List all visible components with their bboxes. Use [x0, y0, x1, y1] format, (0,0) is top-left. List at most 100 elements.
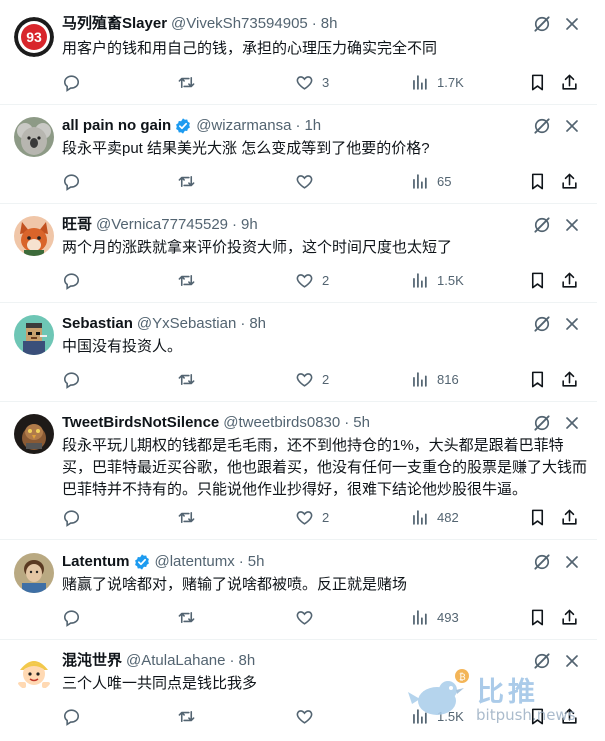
more-icon[interactable] — [562, 314, 582, 334]
bookmark-button[interactable] — [528, 369, 547, 389]
like-button[interactable]: 2 — [295, 507, 329, 527]
user-handle[interactable]: @VivekSh73594905 — [171, 14, 308, 34]
display-name[interactable]: Latentum — [62, 552, 130, 572]
reply-button[interactable] — [62, 607, 89, 627]
share-button[interactable] — [560, 507, 579, 527]
grok-icon[interactable] — [532, 116, 552, 136]
post-time[interactable]: 9h — [241, 215, 258, 235]
reply-button[interactable] — [62, 171, 89, 191]
like-button[interactable] — [295, 171, 322, 191]
retweet-button[interactable] — [177, 607, 204, 627]
more-icon[interactable] — [562, 116, 582, 136]
user-handle[interactable]: @wizarmansa — [196, 116, 291, 136]
post-header: Sebastian @YxSebastian · 8h — [62, 314, 266, 334]
retweet-button[interactable] — [177, 171, 204, 191]
grok-icon[interactable] — [532, 14, 552, 34]
views-button[interactable]: 1.7K — [410, 72, 464, 92]
bookmark-button[interactable] — [528, 72, 547, 92]
reply-icon — [62, 370, 81, 389]
separator-dot: · — [229, 652, 235, 669]
reply-button[interactable] — [62, 270, 89, 290]
retweet-icon — [177, 73, 196, 92]
more-icon[interactable] — [562, 552, 582, 572]
like-button[interactable]: 2 — [295, 270, 329, 290]
views-button[interactable]: 1.5K — [410, 270, 464, 290]
svg-text:93: 93 — [26, 29, 42, 45]
user-handle[interactable]: @latentumx — [155, 552, 235, 572]
watermark-brand-cn: 比推 — [477, 677, 539, 708]
avatar[interactable] — [14, 117, 54, 157]
like-button[interactable] — [295, 706, 322, 726]
views-icon — [410, 370, 429, 389]
share-icon — [560, 370, 579, 389]
user-handle[interactable]: @tweetbirds0830 — [223, 413, 340, 433]
views-button[interactable]: 493 — [410, 607, 459, 627]
display-name[interactable]: Sebastian — [62, 314, 133, 334]
share-icon — [560, 271, 579, 290]
grok-icon[interactable] — [532, 215, 552, 235]
share-button[interactable] — [560, 72, 579, 92]
more-icon[interactable] — [562, 413, 582, 433]
post-time[interactable]: 8h — [249, 314, 266, 334]
retweet-button[interactable] — [177, 72, 204, 92]
post-text: 段永平玩儿期权的钱都是毛毛雨，还不到他持仓的1%，大头都是跟着巴菲特买，巴菲特最… — [62, 437, 588, 498]
avatar[interactable] — [14, 216, 54, 256]
display-name[interactable]: TweetBirdsNotSilence — [62, 413, 219, 433]
user-handle[interactable]: @AtulaLahane — [126, 651, 225, 671]
bookmark-button[interactable] — [528, 171, 547, 191]
more-icon[interactable] — [562, 215, 582, 235]
post-time[interactable]: 8h — [321, 14, 338, 34]
bookmark-button[interactable] — [528, 607, 547, 627]
bookmark-button[interactable] — [528, 507, 547, 527]
retweet-button[interactable] — [177, 369, 204, 389]
like-button[interactable]: 2 — [295, 369, 329, 389]
display-name[interactable]: 马列殖畜Slayer — [62, 14, 167, 34]
post-actions: 2 1.5K — [0, 270, 597, 290]
avatar[interactable] — [14, 315, 54, 355]
like-count: 2 — [322, 371, 330, 387]
more-icon[interactable] — [562, 14, 582, 34]
post-actions: 65 — [0, 171, 597, 191]
reply-button[interactable] — [62, 72, 89, 92]
bookmark-icon — [528, 508, 547, 527]
views-button[interactable]: 482 — [410, 507, 459, 527]
verified-badge-icon — [174, 117, 192, 135]
grok-icon[interactable] — [532, 314, 552, 334]
avatar[interactable]: 93 — [14, 17, 54, 57]
display-name[interactable]: all pain no gain — [62, 116, 171, 136]
display-name[interactable]: 混沌世界 — [62, 651, 122, 671]
avatar[interactable] — [14, 414, 54, 454]
share-button[interactable] — [560, 369, 579, 389]
post-time[interactable]: 5h — [353, 413, 370, 433]
retweet-button[interactable] — [177, 706, 204, 726]
reply-icon — [62, 508, 81, 527]
reply-button[interactable] — [62, 369, 89, 389]
grok-icon[interactable] — [532, 552, 552, 572]
share-button[interactable] — [560, 607, 579, 627]
share-button[interactable] — [560, 171, 579, 191]
like-button[interactable]: 3 — [295, 72, 329, 92]
bookmark-button[interactable] — [528, 270, 547, 290]
retweet-button[interactable] — [177, 270, 204, 290]
avatar[interactable] — [14, 553, 54, 593]
display-name[interactable]: 旺哥 — [62, 215, 92, 235]
views-button[interactable]: 816 — [410, 369, 459, 389]
bookmark-icon — [528, 172, 547, 191]
separator-dot: · — [240, 315, 246, 332]
retweet-icon — [177, 172, 196, 191]
user-handle[interactable]: @Vernica77745529 — [96, 215, 228, 235]
post-time[interactable]: 5h — [248, 552, 265, 572]
post-time[interactable]: 8h — [239, 651, 256, 671]
user-handle[interactable]: @YxSebastian — [137, 314, 236, 334]
views-button[interactable]: 65 — [410, 171, 451, 191]
reply-button[interactable] — [62, 706, 89, 726]
post-actions: 2 816 — [0, 369, 597, 389]
like-button[interactable] — [295, 607, 322, 627]
heart-icon — [295, 271, 314, 290]
avatar[interactable] — [14, 652, 54, 692]
reply-button[interactable] — [62, 507, 89, 527]
share-button[interactable] — [560, 270, 579, 290]
retweet-button[interactable] — [177, 507, 204, 527]
post-time[interactable]: 1h — [304, 116, 321, 136]
grok-icon[interactable] — [532, 413, 552, 433]
